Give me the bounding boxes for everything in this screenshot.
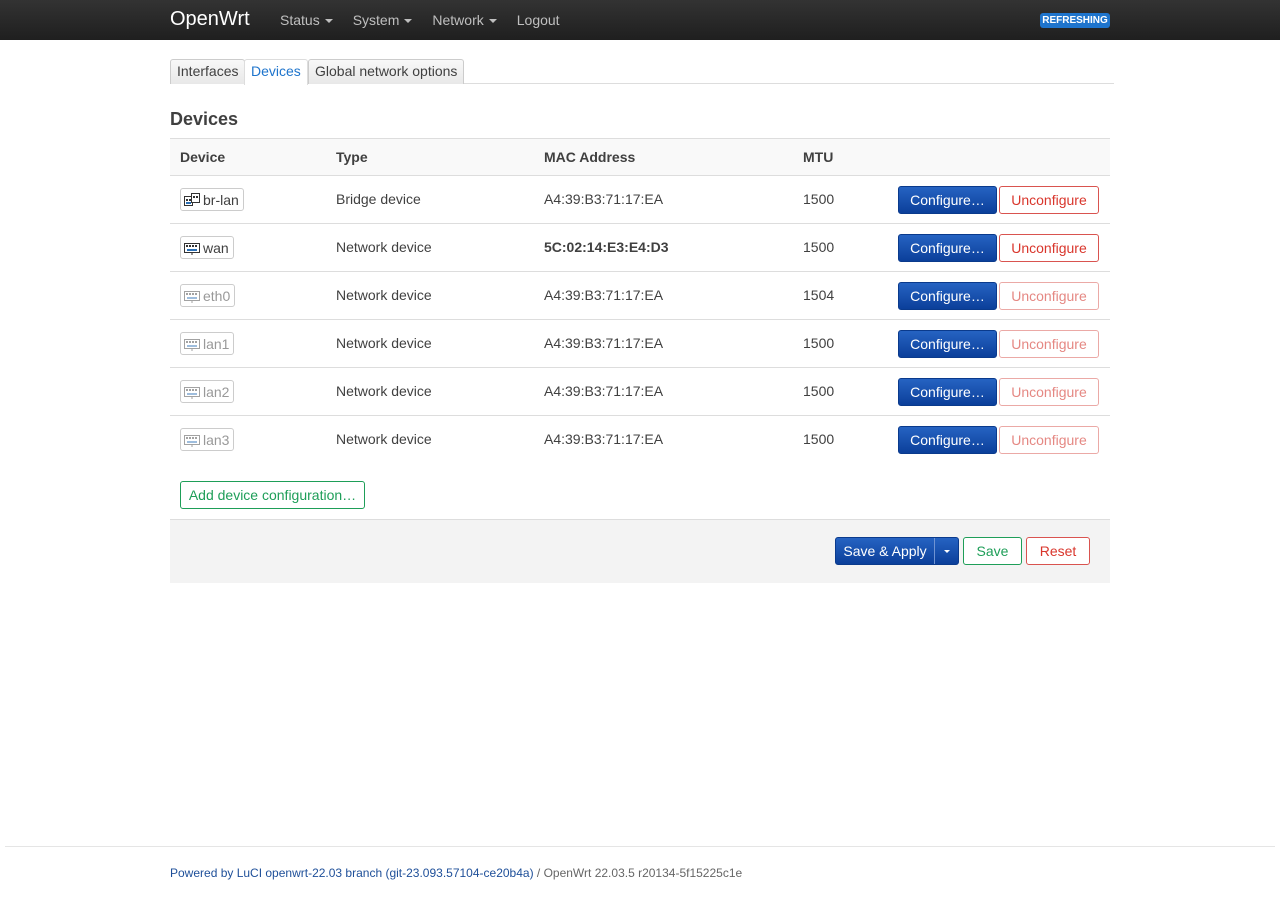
header-device: Device: [180, 149, 226, 165]
caret-down-icon: [324, 18, 333, 23]
caret-down-icon: [488, 18, 497, 23]
ethernet-port-icon: [184, 385, 200, 399]
brand-logo[interactable]: OpenWrt: [170, 6, 250, 32]
mac-address: A4:39:B3:71:17:EA: [544, 191, 664, 207]
device-type: Bridge device: [336, 191, 421, 207]
mtu-value: 1504: [803, 287, 835, 303]
device-type: Network device: [336, 239, 432, 255]
device-name: lan2: [203, 383, 230, 400]
mac-address: A4:39:B3:71:17:EA: [544, 383, 664, 399]
unconfigure-button[interactable]: Unconfigure: [999, 426, 1099, 454]
device-name: lan3: [203, 431, 230, 448]
section-title: Devices: [170, 109, 239, 129]
menu-logout[interactable]: Logout: [517, 0, 560, 40]
unconfigure-button[interactable]: Unconfigure: [999, 234, 1099, 262]
save-apply-dropdown-toggle[interactable]: [934, 538, 958, 564]
menu-system[interactable]: System: [353, 0, 413, 40]
table-row: lan2 Network device A4:39:B3:71:17:EA 1500 C…: [170, 368, 1110, 416]
configure-button[interactable]: Configure…: [898, 234, 997, 262]
configure-button[interactable]: Configure…: [898, 330, 997, 358]
device-badge[interactable]: br-lan: [180, 188, 244, 211]
device-type: Network device: [336, 335, 432, 351]
unconfigure-button[interactable]: Unconfigure: [999, 330, 1099, 358]
header-type: Type: [336, 149, 368, 165]
tab-interfaces[interactable]: Interfaces: [170, 59, 246, 84]
device-badge[interactable]: eth0: [180, 284, 236, 307]
save-button[interactable]: Save: [963, 537, 1022, 565]
table-row: lan1 Network device A4:39:B3:71:17:EA 1500 C…: [170, 320, 1110, 368]
mac-address: A4:39:B3:71:17:EA: [544, 431, 664, 447]
mtu-value: 1500: [803, 239, 835, 255]
unconfigure-button[interactable]: Unconfigure: [999, 186, 1099, 214]
menu-status[interactable]: Status: [280, 0, 333, 40]
mac-address: A4:39:B3:71:17:EA: [544, 335, 664, 351]
add-device-configuration-button[interactable]: Add device configuration…: [180, 481, 365, 509]
device-name: br-lan: [203, 191, 239, 208]
configure-button[interactable]: Configure…: [898, 186, 997, 214]
device-badge[interactable]: wan: [180, 236, 234, 259]
table-row: br-lan Bridge device A4:39:B3:71:17:EA 1500…: [170, 176, 1110, 224]
mtu-value: 1500: [803, 431, 835, 447]
table-header: Device Type MAC Address MTU: [170, 138, 1110, 176]
ethernet-port-icon: [184, 241, 200, 255]
configure-button[interactable]: Configure…: [898, 426, 997, 454]
footer: Powered by LuCI openwrt-22.03 branch (gi…: [170, 866, 742, 880]
bridge-icon: [184, 192, 200, 207]
unconfigure-button[interactable]: Unconfigure: [999, 282, 1099, 310]
configure-button[interactable]: Configure…: [898, 282, 997, 310]
table-body: br-lan Bridge device A4:39:B3:71:17:EA 1500…: [170, 176, 1110, 464]
mtu-value: 1500: [803, 191, 835, 207]
openwrt-version-text: / OpenWrt 22.03.5 r20134-5f15225c1e: [533, 866, 743, 880]
device-type: Network device: [336, 287, 432, 303]
mtu-value: 1500: [803, 335, 835, 351]
device-name: eth0: [203, 287, 231, 304]
main-menu: Status System Network Logout: [280, 0, 580, 40]
tab-global-network-options[interactable]: Global network options: [308, 59, 465, 84]
device-type: Network device: [336, 431, 432, 447]
menu-system-label: System: [352, 12, 400, 28]
device-type: Network device: [336, 383, 432, 399]
caret-down-icon: [943, 549, 950, 553]
table-row: eth0 Network device A4:39:B3:71:17:EA 1504 C…: [170, 272, 1110, 320]
device-badge[interactable]: lan2: [180, 380, 235, 403]
save-apply-button-group: Save & Apply: [835, 537, 959, 565]
table-row: lan3 Network device A4:39:B3:71:17:EA 1500 C…: [170, 416, 1110, 464]
header-mac-address: MAC Address: [544, 149, 636, 165]
ethernet-port-icon: [184, 433, 200, 447]
menu-logout-label: Logout: [516, 12, 560, 28]
ethernet-port-icon: [184, 289, 200, 303]
menu-status-label: Status: [280, 12, 320, 28]
refreshing-badge[interactable]: REFRESHING: [1040, 13, 1110, 28]
mac-address: 5C:02:14:E3:E4:D3: [544, 239, 669, 255]
configure-button[interactable]: Configure…: [898, 378, 997, 406]
reset-button[interactable]: Reset: [1026, 537, 1090, 565]
mac-address: A4:39:B3:71:17:EA: [544, 287, 664, 303]
device-badge[interactable]: lan1: [180, 332, 235, 355]
ethernet-port-icon: [184, 337, 200, 351]
menu-network-label: Network: [432, 12, 484, 28]
luci-version-link[interactable]: Powered by LuCI openwrt-22.03 branch (gi…: [170, 866, 534, 880]
table-row: wan Network device 5C:02:14:E3:E4:D3 1500 Co…: [170, 224, 1110, 272]
unconfigure-button[interactable]: Unconfigure: [999, 378, 1099, 406]
device-badge[interactable]: lan3: [180, 428, 235, 451]
action-bar: Save & Apply Save Reset: [170, 519, 1110, 583]
save-apply-button[interactable]: Save & Apply: [836, 538, 934, 564]
menu-network[interactable]: Network: [432, 0, 497, 40]
caret-down-icon: [404, 18, 413, 23]
device-name: wan: [203, 239, 229, 256]
devices-table: Device Type MAC Address MTU br-lan Bridge…: [170, 138, 1110, 464]
tab-devices[interactable]: Devices: [244, 59, 308, 85]
footer-divider: [5, 846, 1275, 847]
tab-bar: Interfaces Devices Global network option…: [170, 59, 1114, 85]
top-navbar: OpenWrt Status System Network Logout REF…: [0, 0, 1280, 40]
mtu-value: 1500: [803, 383, 835, 399]
header-mtu: MTU: [803, 149, 834, 165]
device-name: lan1: [203, 335, 230, 352]
